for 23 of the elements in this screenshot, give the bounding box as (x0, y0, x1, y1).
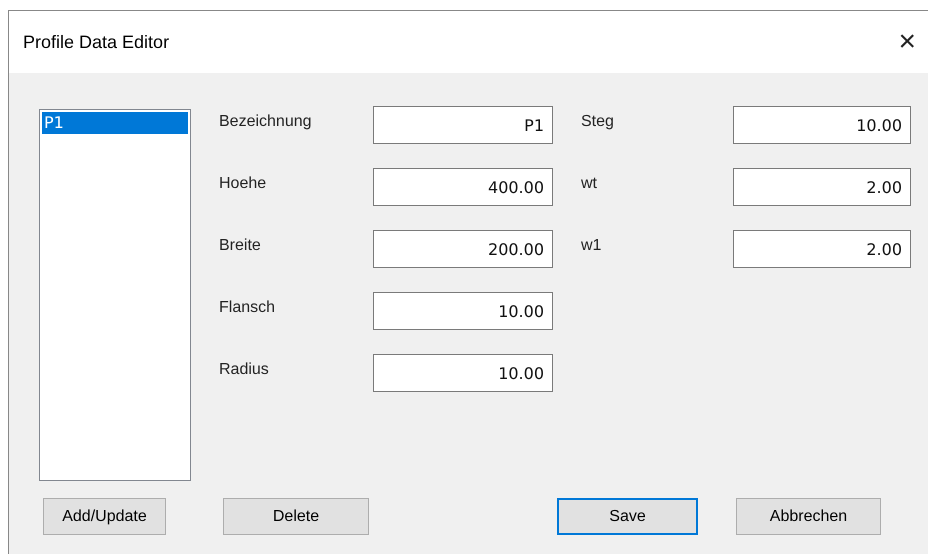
input-field[interactable]: 2.00 (733, 168, 911, 206)
field-label: Hoehe (219, 174, 268, 194)
window-title: Profile Data Editor (23, 30, 170, 54)
input-field[interactable]: 200.00 (373, 230, 553, 268)
input-field[interactable]: 10.00 (733, 106, 911, 144)
dialog-button[interactable]: Abbrechen (736, 498, 881, 535)
field-label: Bezeichnung (219, 112, 313, 132)
field-label: w1 (581, 236, 602, 256)
input-field[interactable]: 10.00 (373, 292, 553, 330)
dialog-button[interactable]: Save (557, 498, 698, 535)
field-label: Radius (219, 360, 270, 380)
input-field[interactable]: 10.00 (373, 354, 553, 392)
input-field[interactable]: 400.00 (373, 168, 553, 206)
input-field[interactable]: 2.00 (733, 230, 911, 268)
list-item[interactable]: P1 (42, 112, 188, 134)
dialog-button[interactable]: Add/Update (43, 498, 166, 535)
field-label: wt (581, 174, 598, 194)
field-label: Steg (581, 112, 615, 132)
input-field[interactable]: P1 (373, 106, 553, 144)
close-button[interactable]: × (894, 27, 920, 57)
field-label: Breite (219, 236, 262, 256)
dialog-button[interactable]: Delete (223, 498, 369, 535)
field-label: Flansch (219, 298, 276, 318)
